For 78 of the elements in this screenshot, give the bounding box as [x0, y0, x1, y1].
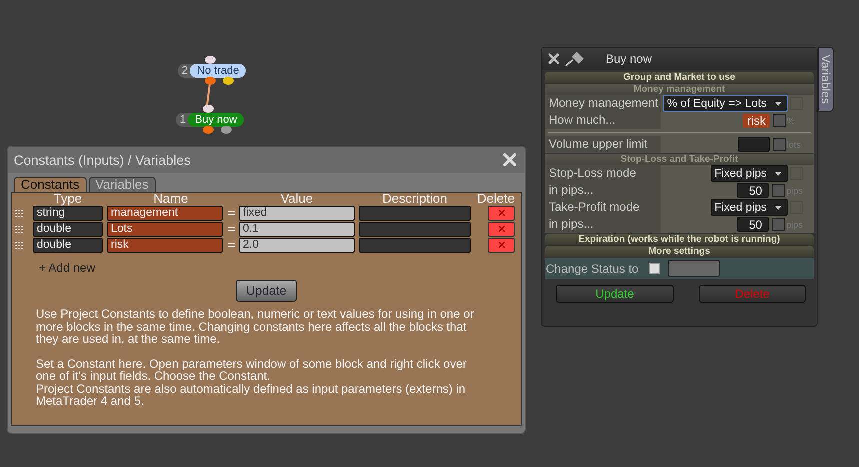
drag-handle-icon[interactable] [15, 209, 23, 217]
group-title: Stop-Loss and Take-Profit [545, 154, 814, 165]
parameter-label: Money management [545, 95, 661, 112]
dropdown[interactable]: Fixed pips [710, 165, 788, 182]
drag-handle-icon[interactable] [15, 241, 23, 249]
parameter-label: Stop-Loss mode [545, 165, 661, 182]
caret-icon [775, 206, 782, 210]
delete-button[interactable] [488, 206, 515, 220]
name-field[interactable]: Lots [107, 222, 223, 236]
type-field[interactable]: double [33, 238, 103, 252]
help-text: Use Project Constants to define boolean, numeric or text values for using in one or more blocks in the same time. Changing constants here affects all the blocks that they are used in, at the same time. [36, 308, 476, 346]
block-node[interactable]: No trade [190, 64, 246, 78]
equals-icon [228, 242, 235, 248]
delete-button[interactable] [488, 222, 515, 236]
close-icon[interactable] [548, 53, 560, 65]
parameter-label: in pips... [545, 182, 661, 199]
name-field[interactable]: risk [107, 238, 223, 252]
checkbox[interactable] [773, 138, 786, 151]
close-icon [498, 226, 504, 232]
number-field[interactable]: 50 [737, 183, 770, 198]
value-field[interactable]: fixed [239, 206, 355, 220]
output-pin[interactable] [205, 77, 216, 85]
delete-button[interactable] [488, 238, 515, 252]
status-label: Change Status to [546, 262, 639, 276]
type-field[interactable]: string [33, 206, 103, 220]
caret-icon [775, 172, 782, 176]
tab[interactable]: Constants [14, 177, 87, 192]
window-title: Constants (Inputs) / Variables [14, 152, 191, 168]
add-new-link[interactable]: + Add new [39, 261, 96, 275]
help-text: Set a Constant here. Open parameters window of some block and right click over one of it's input fields. Choose the Constant. [36, 358, 468, 382]
parameter-label: How much... [545, 112, 661, 129]
column-header: Type [52, 193, 84, 205]
name-field[interactable]: management [107, 206, 223, 220]
window-title: Buy now [606, 52, 652, 66]
caret-icon [775, 102, 782, 106]
update-button[interactable]: Update [236, 280, 297, 302]
section-header[interactable]: Group and Market to use [545, 72, 814, 83]
checkbox[interactable] [772, 184, 786, 197]
column-header: Value [280, 193, 314, 205]
block-node[interactable]: Buy now [188, 112, 244, 126]
parameter-label: in pips... [545, 216, 661, 233]
output-pin[interactable] [203, 126, 214, 134]
equals-icon [228, 210, 235, 216]
action-button[interactable]: Update [556, 285, 674, 303]
close-icon [498, 242, 504, 248]
group-title: Money management [545, 84, 814, 95]
section-header[interactable]: Expiration (works while the robot is running) [545, 234, 814, 245]
parameter-label: Take-Profit mode [545, 199, 661, 216]
number-field[interactable]: 50 [737, 217, 770, 232]
status-field[interactable] [668, 260, 720, 277]
checkbox[interactable] [773, 114, 786, 127]
type-field[interactable]: double [33, 222, 103, 236]
column-header: Delete [476, 193, 515, 205]
unit-label: % [787, 116, 796, 126]
close-icon[interactable] [503, 153, 517, 167]
checkbox[interactable] [772, 218, 786, 231]
help-text: Project Constants are also automatically defined as input parameters (externs) in MetaTrader 4 and 5. [36, 382, 467, 408]
value-field[interactable]: 0.1 [239, 222, 355, 236]
column-header: Description [381, 193, 449, 205]
equals-icon [228, 226, 235, 232]
close-icon [498, 210, 504, 216]
description-field[interactable] [359, 206, 471, 220]
column-header: Name [152, 193, 190, 205]
input-pin[interactable] [205, 56, 216, 64]
section-header[interactable]: More settings [545, 246, 814, 257]
dropdown[interactable]: % of Equity => Lots [663, 95, 788, 112]
dropdown[interactable]: Fixed pips [710, 199, 788, 216]
drag-handle-icon[interactable] [15, 225, 23, 233]
description-field[interactable] [359, 238, 471, 252]
output-pin[interactable] [221, 126, 232, 134]
value-field[interactable]: 2.0 [239, 238, 355, 252]
constant-field[interactable]: risk [743, 114, 770, 128]
input-pin[interactable] [203, 105, 214, 113]
number-field[interactable] [738, 137, 770, 152]
checkbox[interactable] [648, 263, 660, 274]
output-pin[interactable] [223, 77, 234, 85]
description-field[interactable] [359, 222, 471, 236]
parameter-label: Volume upper limit [545, 136, 661, 153]
